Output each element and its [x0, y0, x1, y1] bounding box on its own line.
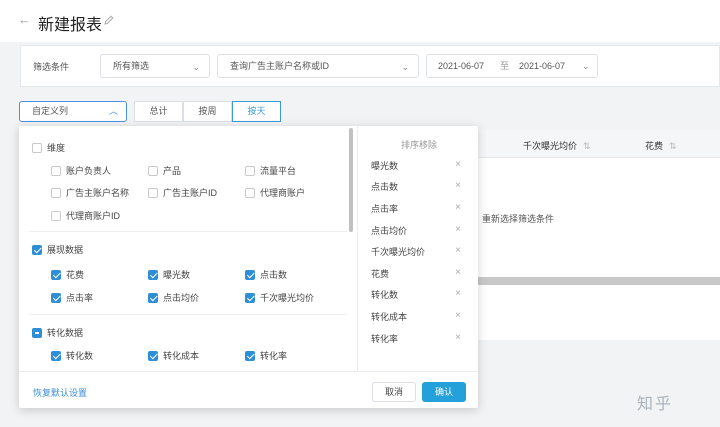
date-start[interactable]: 2021-06-07 — [438, 55, 484, 77]
custom-columns-label: 自定义列 — [32, 106, 69, 116]
chevron-down-icon: ⌄ — [192, 62, 200, 72]
arrow-left-icon[interactable]: ← — [18, 12, 32, 28]
selected-column[interactable]: 转化数 × — [371, 288, 467, 304]
selected-column[interactable]: 千次曝光均价 × — [371, 245, 467, 261]
chevron-down-icon: ⌄ — [582, 61, 590, 71]
reset-default-link[interactable]: 恢复默认设置 — [33, 386, 87, 399]
page-title: 新建报表 — [38, 17, 103, 34]
column-option[interactable]: 转化成本 — [148, 349, 199, 362]
remove-icon[interactable]: × — [455, 245, 461, 256]
column-option[interactable]: 点击率 — [51, 291, 93, 304]
account-search-placeholder: 查询广告主账户名称或ID — [230, 61, 330, 71]
column-option[interactable]: 曝光数 — [148, 268, 190, 281]
group-divider — [29, 231, 347, 232]
watermark: 知乎 — [637, 396, 674, 413]
remove-icon[interactable]: × — [455, 332, 461, 343]
table-header-row: 千次曝光均价 ⇅ 花费 ⇅ — [475, 130, 720, 158]
remove-icon[interactable]: × — [455, 180, 461, 191]
column-picker-panel: 维度 账户负责人 产品 流量平台 广告主账户名称 广告主账户ID 代理商账户 代… — [19, 126, 478, 408]
empty-hint: 重新选择筛选条件 — [482, 214, 555, 224]
vertical-scrollbar[interactable] — [349, 128, 353, 232]
selected-column[interactable]: 转化成本 × — [371, 310, 467, 326]
column-header[interactable]: 花费 ⇅ — [645, 139, 677, 152]
remove-icon[interactable]: × — [455, 159, 461, 170]
group-checkbox-conversions[interactable]: 转化数据 — [32, 326, 83, 339]
column-option[interactable]: 千次曝光均价 — [245, 291, 314, 304]
tab-total[interactable]: 总计 — [134, 101, 183, 122]
column-option[interactable]: 流量平台 — [245, 164, 296, 177]
remove-icon[interactable]: × — [455, 288, 461, 299]
panel-footer: 恢复默认设置 取消 确认 — [19, 371, 478, 408]
sort-icon: ⇅ — [669, 141, 677, 151]
filter-select-value: 所有筛选 — [113, 61, 150, 71]
pencil-icon[interactable] — [103, 14, 115, 26]
column-header[interactable]: 千次曝光均价 ⇅ — [523, 139, 591, 152]
column-option[interactable]: 产品 — [148, 164, 181, 177]
group-divider — [29, 314, 347, 315]
horizontal-scrollbar[interactable] — [475, 277, 720, 285]
column-option[interactable]: 花费 — [51, 268, 84, 281]
selected-column[interactable]: 曝光数 × — [371, 159, 467, 175]
tab-weekly[interactable]: 按周 — [183, 101, 232, 122]
column-option[interactable]: 转化数 — [51, 349, 93, 362]
filter-select[interactable]: 所有筛选 ⌄ — [100, 54, 210, 78]
column-option[interactable]: 转化率 — [245, 349, 287, 362]
remove-icon[interactable]: × — [455, 202, 461, 213]
column-option[interactable]: 广告主账户名称 — [51, 186, 129, 199]
column-option[interactable]: 代理商账户ID — [51, 209, 120, 222]
cancel-button[interactable]: 取消 — [372, 382, 416, 402]
selected-column[interactable]: 点击数 × — [371, 180, 467, 196]
column-option[interactable]: 代理商账户 — [245, 186, 305, 199]
page-header: ← 新建报表 — [0, 0, 720, 42]
tab-daily[interactable]: 按天 — [232, 101, 281, 122]
date-separator: 至 — [500, 61, 510, 71]
column-picker-options: 维度 账户负责人 产品 流量平台 广告主账户名称 广告主账户ID 代理商账户 代… — [19, 126, 353, 371]
selected-column[interactable]: 点击均价 × — [371, 224, 467, 240]
date-range-picker[interactable]: 2021-06-07 至 2021-06-07 ⌄ — [426, 54, 598, 78]
filter-label: 筛选条件 — [33, 62, 70, 72]
date-end[interactable]: 2021-06-07 — [519, 55, 565, 77]
custom-columns-dropdown[interactable]: 自定义列 ︿ — [19, 101, 127, 122]
column-option[interactable]: 点击数 — [245, 268, 287, 281]
sort-icon: ⇅ — [583, 141, 591, 151]
sort-title: 排序移除 — [401, 140, 438, 150]
chevron-down-icon: ⌄ — [401, 62, 409, 72]
remove-icon[interactable]: × — [455, 267, 461, 278]
remove-icon[interactable]: × — [455, 224, 461, 235]
column-option[interactable]: 账户负责人 — [51, 164, 111, 177]
confirm-button[interactable]: 确认 — [422, 382, 466, 402]
filter-bar: 筛选条件 所有筛选 ⌄ 查询广告主账户名称或ID ⌄ 2021-06-07 至 … — [20, 45, 720, 87]
selected-column[interactable]: 点击率 × — [371, 202, 467, 218]
selected-column[interactable]: 花费 × — [371, 267, 467, 283]
report-table: 千次曝光均价 ⇅ 花费 ⇅ 重新选择筛选条件 — [475, 130, 720, 340]
remove-icon[interactable]: × — [455, 310, 461, 321]
chevron-up-icon: ︿ — [108, 106, 118, 116]
account-search-input[interactable]: 查询广告主账户名称或ID ⌄ — [217, 54, 419, 78]
selected-column[interactable]: 转化率 × — [371, 332, 467, 348]
column-option[interactable]: 广告主账户ID — [148, 186, 217, 199]
group-checkbox-impressions[interactable]: 展现数据 — [32, 243, 83, 256]
column-option[interactable]: 点击均价 — [148, 291, 199, 304]
group-checkbox-dimensions[interactable]: 维度 — [32, 141, 65, 154]
panel-divider — [357, 126, 358, 371]
